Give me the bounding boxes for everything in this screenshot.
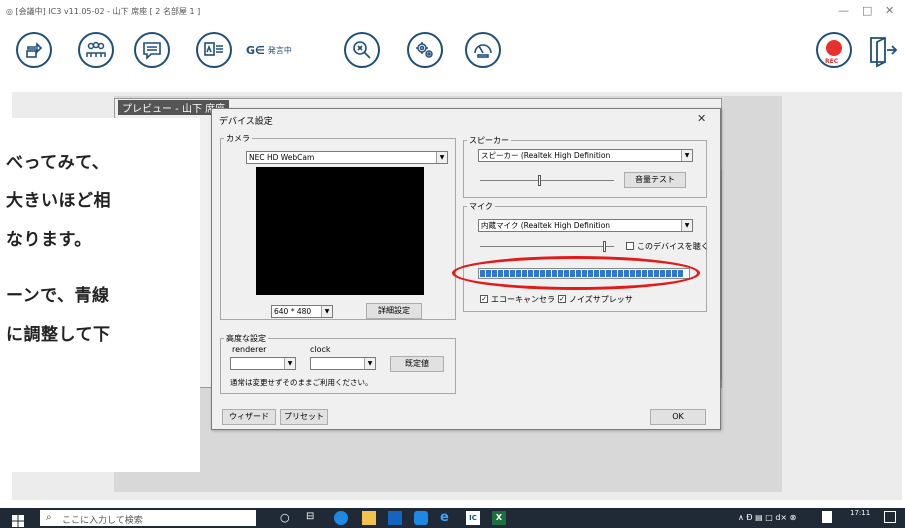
exit-icon[interactable] <box>863 32 899 68</box>
notification-icon[interactable] <box>884 511 896 523</box>
windows-start-icon[interactable] <box>12 512 24 527</box>
echo-cancel-label: エコーキャンセラ <box>491 295 555 304</box>
noise-suppress-checkbox[interactable]: ✓ <box>558 295 566 303</box>
participants-icon[interactable] <box>78 32 114 68</box>
chevron-down-icon: ▼ <box>681 150 692 161</box>
mail-icon[interactable] <box>414 511 428 525</box>
ic3-app-icon[interactable]: IC <box>466 511 480 525</box>
check-mark-icon: ✓ <box>481 295 487 303</box>
ie-browser-icon[interactable]: e <box>440 511 454 525</box>
chevron-down-icon: ▼ <box>436 152 447 163</box>
speaker-device-select[interactable]: スピーカー (Realtek High Definition ▼ <box>478 149 693 162</box>
system-tray-icons[interactable]: ∧ Đ ▤ □ d× ⊗ <box>738 513 796 522</box>
chevron-down-icon: ▼ <box>284 358 295 369</box>
volume-test-button[interactable]: 音量テスト <box>624 172 686 188</box>
speaking-label: 発言中 <box>267 46 292 55</box>
speaker-group-label: スピーカー <box>467 135 511 146</box>
file-explorer-icon[interactable] <box>362 511 376 525</box>
clock-select[interactable]: ▼ <box>310 357 376 370</box>
resolution-value: 640 * 480 <box>274 307 312 316</box>
taskbar-clock[interactable]: 17:11 <box>850 509 870 517</box>
speaker-volume-slider[interactable] <box>538 175 542 186</box>
instruction-line: に調整して下 <box>6 325 111 345</box>
ok-button[interactable]: OK <box>650 409 706 425</box>
share-icon[interactable] <box>16 32 52 68</box>
instruction-line: ーンで、青線 <box>6 286 110 306</box>
close-button[interactable]: ✕ <box>885 4 894 17</box>
search-icon: ⌕ <box>46 512 52 523</box>
camera-group-label: カメラ <box>224 133 252 144</box>
cortana-icon[interactable]: ○ <box>280 511 294 525</box>
advanced-note: 通常は変更せずそのままご利用ください。 <box>230 378 373 387</box>
instruction-line: 大きいほど相 <box>6 191 111 211</box>
speaker-volume-track[interactable] <box>480 180 614 181</box>
speaking-icon: G∈ <box>246 44 265 57</box>
minimize-button[interactable]: — <box>838 4 849 17</box>
resolution-select[interactable]: 640 * 480 ▼ <box>271 305 333 318</box>
listen-device-label: このデバイスを聴く <box>637 242 709 251</box>
default-value-button[interactable]: 既定値 <box>390 356 444 372</box>
highlight-ellipse <box>452 256 700 290</box>
noise-suppress-label: ノイズサプレッサ <box>569 295 633 304</box>
chat-icon[interactable] <box>134 32 170 68</box>
ime-icon[interactable] <box>822 511 832 523</box>
echo-cancel-checkbox[interactable]: ✓ <box>480 295 488 303</box>
chevron-down-icon: ▼ <box>681 220 692 231</box>
chevron-down-icon: ▼ <box>321 306 332 317</box>
mic-group-label: マイク <box>467 201 495 212</box>
instruction-line: べってみて、 <box>6 153 110 173</box>
listen-device-checkbox[interactable] <box>626 242 634 250</box>
preset-button[interactable]: プリセット <box>280 409 328 425</box>
maximize-button[interactable]: □ <box>862 4 872 17</box>
record-label: REC <box>825 58 839 65</box>
mic-volume-slider[interactable] <box>602 241 606 252</box>
document-list-icon[interactable] <box>196 32 232 68</box>
store-icon[interactable] <box>388 511 402 525</box>
dialog-close-icon[interactable]: ✕ <box>697 112 706 125</box>
camera-preview <box>256 167 424 295</box>
speaker-device-value: スピーカー (Realtek High Definition <box>481 151 611 160</box>
mic-device-value: 内蔵マイク (Realtek High Definition <box>481 221 611 230</box>
camera-device-value: NEC HD WebCam <box>249 153 315 162</box>
speaking-indicator[interactable]: G∈ 発言中 <box>246 44 292 57</box>
task-view-icon[interactable]: ⊟ <box>306 511 320 525</box>
camera-detail-button[interactable]: 詳細設定 <box>366 303 422 319</box>
settings-gear-icon[interactable] <box>407 32 443 68</box>
instruction-line: なります。 <box>6 230 92 250</box>
window-title: ◎ [会議中] IC3 v11.05-02 - 山下 席座 [ 2 名部屋 1 … <box>6 7 201 16</box>
excel-icon[interactable]: X <box>492 511 506 525</box>
camera-device-select[interactable]: NEC HD WebCam ▼ <box>246 151 448 164</box>
record-icon <box>826 40 842 56</box>
audio-level-icon[interactable] <box>465 32 501 68</box>
taskbar-search-placeholder: ここに入力して検索 <box>62 516 143 526</box>
chevron-down-icon: ▼ <box>364 358 375 369</box>
dialog-title: デバイス設定 <box>219 117 273 127</box>
search-zoom-icon[interactable] <box>344 32 380 68</box>
wizard-button[interactable]: ウィザード <box>222 409 276 425</box>
renderer-label: renderer <box>232 345 267 354</box>
clock-label: clock <box>310 345 331 354</box>
mic-device-select[interactable]: 内蔵マイク (Realtek High Definition ▼ <box>478 219 693 232</box>
mic-volume-track[interactable] <box>480 246 614 247</box>
advanced-settings-label: 高度な設定 <box>224 333 268 344</box>
renderer-select[interactable]: ▼ <box>230 357 296 370</box>
check-mark-icon: ✓ <box>559 295 565 303</box>
edge-browser-icon[interactable] <box>334 511 348 525</box>
